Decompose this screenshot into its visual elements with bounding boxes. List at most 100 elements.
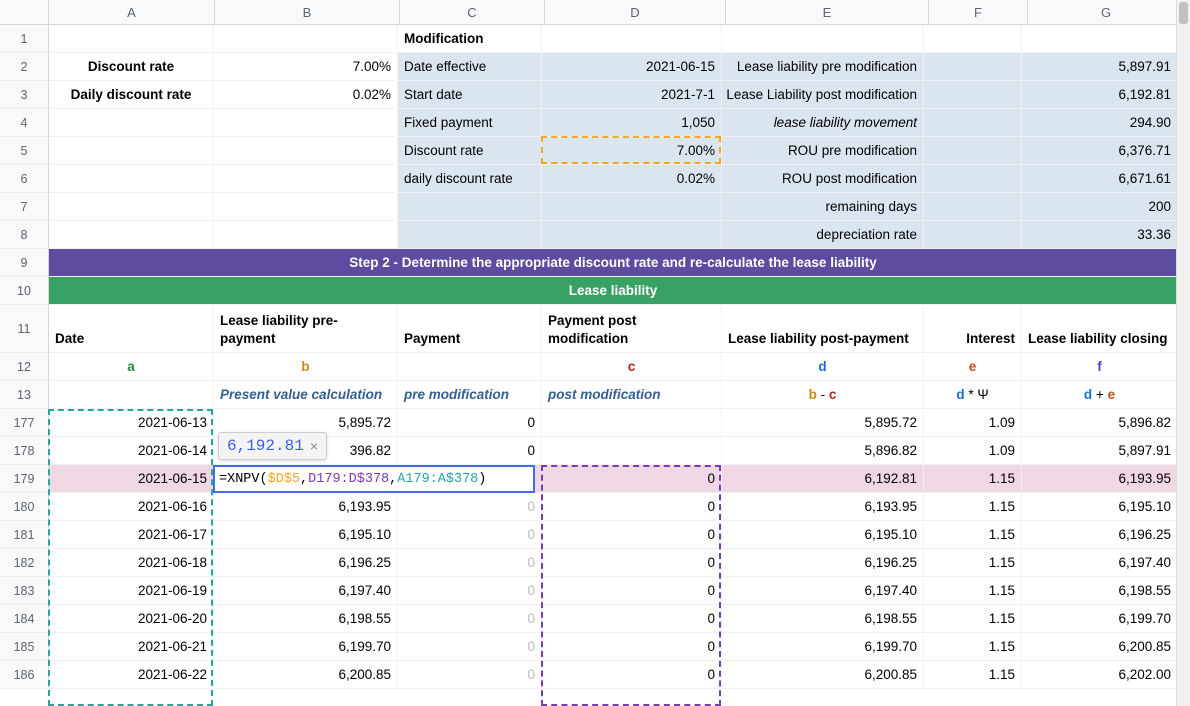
cell-closing[interactable]: 6,193.95: [1022, 465, 1178, 493]
cell-G7[interactable]: 200: [1022, 193, 1178, 221]
cell-post-payment[interactable]: 6,199.70: [722, 633, 924, 661]
cell-A8[interactable]: [49, 221, 214, 249]
row-header-1[interactable]: 1: [0, 25, 49, 53]
cell-payment[interactable]: 0: [398, 437, 542, 465]
cell-E5[interactable]: ROU pre modification: [722, 137, 924, 165]
cell-payment-post-mod[interactable]: [542, 409, 722, 437]
cell-payment[interactable]: 0: [398, 577, 542, 605]
cell-payment[interactable]: 0: [398, 549, 542, 577]
cell-G5[interactable]: 6,376.71: [1022, 137, 1178, 165]
formula-edit-cell[interactable]: = XNPV ( $D$5 , D179:D$378 , A179:A$378 …: [213, 465, 535, 493]
cell-G2[interactable]: 5,897.91: [1022, 53, 1178, 81]
col-header-F[interactable]: F: [929, 0, 1028, 24]
row-header-3[interactable]: 3: [0, 81, 49, 109]
row-header-9[interactable]: 9: [0, 249, 49, 277]
def-pre-mod[interactable]: pre modification: [398, 381, 542, 409]
tooltip-close-icon[interactable]: ×: [310, 438, 318, 454]
cell-payment-post-mod[interactable]: 0: [542, 521, 722, 549]
row-header-7[interactable]: 7: [0, 193, 49, 221]
col-header-B[interactable]: B: [215, 0, 400, 24]
cell-pre-payment[interactable]: 6,193.95: [214, 493, 398, 521]
cell-pre-payment[interactable]: 6,200.85: [214, 661, 398, 689]
header-date[interactable]: Date: [49, 305, 214, 353]
cell-payment-post-mod[interactable]: 0: [542, 577, 722, 605]
cell-date[interactable]: 2021-06-17: [49, 521, 214, 549]
cell-date[interactable]: 2021-06-20: [49, 605, 214, 633]
cell-closing[interactable]: 6,198.55: [1022, 577, 1178, 605]
header-pre-payment[interactable]: Lease liability pre-payment: [214, 305, 398, 353]
cell-E7[interactable]: remaining days: [722, 193, 924, 221]
cell-E8[interactable]: depreciation rate: [722, 221, 924, 249]
cell-A3[interactable]: Daily discount rate: [49, 81, 214, 109]
cell-D7[interactable]: [542, 193, 722, 221]
cell-G6[interactable]: 6,671.61: [1022, 165, 1178, 193]
cell-A4[interactable]: [49, 109, 214, 137]
row-header-12[interactable]: 12: [0, 353, 49, 381]
cell-F2[interactable]: [924, 53, 1022, 81]
cell-closing[interactable]: 5,897.91: [1022, 437, 1178, 465]
cell-E2[interactable]: Lease liability pre modification: [722, 53, 924, 81]
cell-interest[interactable]: 1.15: [924, 549, 1022, 577]
cell-G4[interactable]: 294.90: [1022, 109, 1178, 137]
cell-payment[interactable]: 0: [398, 409, 542, 437]
cell-G1[interactable]: [1022, 25, 1178, 53]
cell-post-payment[interactable]: 5,895.72: [722, 409, 924, 437]
cell-payment-post-mod[interactable]: 0: [542, 633, 722, 661]
cell-closing[interactable]: 6,200.85: [1022, 633, 1178, 661]
row-header-178[interactable]: 178: [0, 437, 49, 465]
cell-payment-post-mod[interactable]: 0: [542, 465, 722, 493]
cell-B3[interactable]: 0.02%: [214, 81, 398, 109]
cell-E3[interactable]: Lease Liability post modification: [722, 81, 924, 109]
cell-B5[interactable]: [214, 137, 398, 165]
header-payment-post-mod[interactable]: Payment post modification: [542, 305, 722, 353]
cell-C12[interactable]: [398, 353, 542, 381]
col-header-A[interactable]: A: [49, 0, 215, 24]
cell-pre-payment[interactable]: 6,196.25: [214, 549, 398, 577]
cell-pre-payment[interactable]: 6,199.70: [214, 633, 398, 661]
cell-interest[interactable]: 1.15: [924, 493, 1022, 521]
cell-date[interactable]: 2021-06-13: [49, 409, 214, 437]
cell-G8[interactable]: 33.36: [1022, 221, 1178, 249]
cell-date[interactable]: 2021-06-15: [49, 465, 214, 493]
cell-post-payment[interactable]: 6,198.55: [722, 605, 924, 633]
row-header-186[interactable]: 186: [0, 661, 49, 689]
cell-interest[interactable]: 1.15: [924, 577, 1022, 605]
cell-post-payment[interactable]: 6,195.10: [722, 521, 924, 549]
row-header-4[interactable]: 4: [0, 109, 49, 137]
cell-closing[interactable]: 6,202.00: [1022, 661, 1178, 689]
cell-B6[interactable]: [214, 165, 398, 193]
select-all-corner[interactable]: [0, 0, 49, 24]
scrollbar-thumb[interactable]: [1179, 2, 1188, 24]
row-header-2[interactable]: 2: [0, 53, 49, 81]
cell-B7[interactable]: [214, 193, 398, 221]
cell-closing[interactable]: 6,195.10: [1022, 493, 1178, 521]
cell-C7[interactable]: [398, 193, 542, 221]
cell-date[interactable]: 2021-06-19: [49, 577, 214, 605]
cell-interest[interactable]: 1.09: [924, 409, 1022, 437]
cell-A13[interactable]: [49, 381, 214, 409]
cell-B8[interactable]: [214, 221, 398, 249]
cell-C8[interactable]: [398, 221, 542, 249]
cell-D3[interactable]: 2021-7-1: [542, 81, 722, 109]
cell-payment-post-mod[interactable]: 0: [542, 605, 722, 633]
vertical-scrollbar[interactable]: [1176, 0, 1190, 706]
section-banner[interactable]: Lease liability: [49, 277, 1178, 305]
cell-date[interactable]: 2021-06-22: [49, 661, 214, 689]
cell-B4[interactable]: [214, 109, 398, 137]
cell-C6[interactable]: daily discount rate: [398, 165, 542, 193]
cell-interest[interactable]: 1.15: [924, 521, 1022, 549]
header-post-payment[interactable]: Lease liability post-payment: [722, 305, 924, 353]
header-payment[interactable]: Payment: [398, 305, 542, 353]
cell-D4[interactable]: 1,050: [542, 109, 722, 137]
row-header-180[interactable]: 180: [0, 493, 49, 521]
cell-A7[interactable]: [49, 193, 214, 221]
row-header-183[interactable]: 183: [0, 577, 49, 605]
cell-post-payment[interactable]: 5,896.82: [722, 437, 924, 465]
cell-C1[interactable]: Modification: [398, 25, 542, 53]
cell-F3[interactable]: [924, 81, 1022, 109]
cell-payment-post-mod[interactable]: 0: [542, 493, 722, 521]
cell-A1[interactable]: [49, 25, 214, 53]
cell-date[interactable]: 2021-06-21: [49, 633, 214, 661]
cell-interest[interactable]: 1.15: [924, 661, 1022, 689]
cell-post-payment[interactable]: 6,200.85: [722, 661, 924, 689]
